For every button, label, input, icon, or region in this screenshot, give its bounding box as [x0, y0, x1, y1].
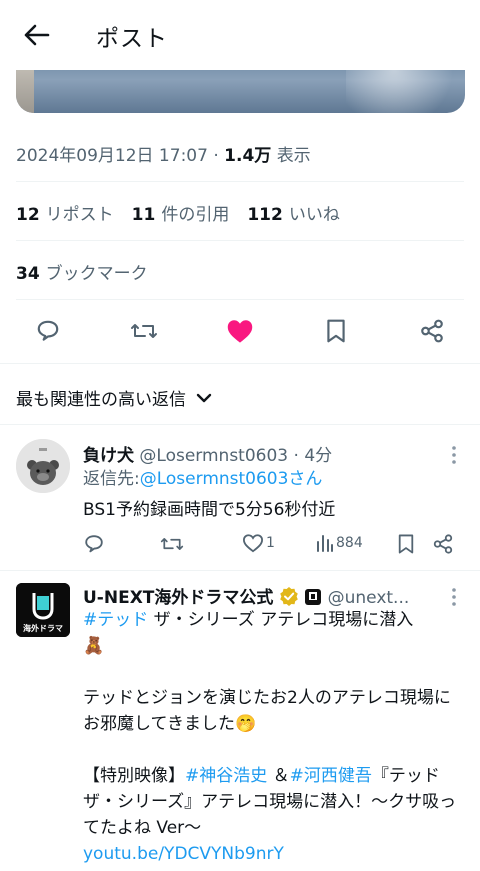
divider — [16, 240, 464, 241]
top-bar: ポスト — [0, 0, 480, 70]
divider — [0, 363, 480, 364]
reply-reply-icon[interactable] — [83, 533, 105, 555]
avatar-label: 海外ドラマ — [23, 624, 63, 633]
reply-share-icon[interactable] — [432, 533, 454, 555]
page-title: ポスト — [96, 26, 168, 52]
reply-body: #テッド ザ・シリーズ アテレコ現場に潜入 🧸 テッドとジョンを演じたお2人のア… — [83, 607, 463, 867]
external-link[interactable]: youtu.be/YDCVYNb9nrY — [83, 841, 463, 867]
sort-label: 最も関連性の高い返信 — [16, 390, 186, 410]
reply-paragraph-2: テッドとジョンを演じたお2人のアテレコ現場にお邪魔してきました🤭 — [83, 688, 451, 734]
hashtag-link[interactable]: #河西健吾 — [290, 766, 372, 786]
views-chart-icon — [317, 535, 333, 552]
reply-repost-icon[interactable] — [160, 533, 184, 555]
reply-text: BS1予約録画時間で5分56秒付近 — [83, 500, 336, 520]
engagement-stats: 12 リポスト 11 件の引用 112 いいね — [16, 200, 358, 225]
likes-count: 112 — [247, 205, 283, 225]
reposts-stat[interactable]: 12 リポスト — [16, 200, 114, 225]
reply-like-count: 1 — [266, 535, 275, 551]
reply-item[interactable]: 負け犬 @Losermnst0603 · 4分 返信先:@Losermnst06… — [0, 425, 480, 570]
quotes-label: 件の引用 — [161, 205, 230, 225]
reply-like-button[interactable]: 1 — [242, 533, 275, 553]
heart-outline-icon — [242, 534, 264, 553]
chevron-down-icon — [196, 392, 212, 404]
bookmark-icon[interactable] — [321, 316, 351, 346]
reply-view-count: 884 — [336, 535, 363, 551]
line-text: 【特別映像】 — [83, 766, 185, 786]
reply-to-line: 返信先:@Losermnst0603さん — [83, 466, 322, 492]
reply-author-name[interactable]: U-NEXT海外ドラマ公式 — [83, 588, 273, 608]
reply-icon[interactable] — [33, 316, 63, 346]
share-icon[interactable] — [417, 316, 447, 346]
likes-stat[interactable]: 112 いいね — [247, 200, 340, 225]
reply-author-handle[interactable]: @Losermnst0603 — [139, 446, 288, 466]
like-heart-icon[interactable] — [225, 316, 255, 346]
reply-time: · 4分 — [293, 446, 333, 466]
post-action-bar — [0, 308, 480, 356]
repost-icon[interactable] — [129, 316, 159, 346]
reply-author-name[interactable]: 負け犬 — [83, 446, 134, 466]
quotes-stat[interactable]: 11 件の引用 — [132, 200, 230, 225]
line-text: ザ・シリーズ アテレコ現場に潜入 — [148, 610, 414, 630]
more-options-icon[interactable] — [448, 445, 460, 465]
likes-label: いいね — [288, 205, 340, 225]
line-text: ＆ — [267, 766, 290, 786]
reply-header: 負け犬 @Losermnst0603 · 4分 — [83, 441, 332, 466]
reply-action-bar: 1 884 — [83, 533, 463, 559]
meta-separator: · — [213, 146, 219, 166]
divider — [16, 299, 464, 300]
reply-line-1: #テッド ザ・シリーズ アテレコ現場に潜入 — [83, 607, 463, 633]
avatar[interactable] — [16, 439, 70, 493]
post-meta: 2024年09月12日 17:07 · 1.4万 表示 — [16, 141, 311, 166]
reply-sort-dropdown[interactable]: 最も関連性の高い返信 — [16, 385, 212, 410]
reply-paragraph-3: 【特別映像】#神谷浩史 ＆#河西健吾『テッド ザ・シリーズ』アテレコ現場に潜入！… — [83, 763, 463, 841]
post-timestamp[interactable]: 2024年09月12日 17:07 — [16, 146, 208, 166]
hashtag-link[interactable]: #テッド — [83, 610, 148, 630]
reply-item[interactable]: 海外ドラマ U-NEXT海外ドラマ公式 @unext... #テッド ザ・シリー… — [0, 571, 480, 871]
avatar[interactable]: 海外ドラマ — [16, 583, 70, 637]
reposts-count: 12 — [16, 205, 40, 225]
bookmarks-count: 34 — [16, 264, 40, 284]
teddy-bear-emoji: 🧸 — [83, 636, 105, 656]
more-options-icon[interactable] — [448, 587, 460, 607]
quotes-count: 11 — [131, 205, 156, 225]
bookmarks-stat[interactable]: 34 ブックマーク — [16, 259, 148, 284]
hashtag-link[interactable]: #神谷浩史 — [185, 766, 267, 786]
reply-views-button[interactable]: 884 — [316, 533, 363, 553]
reposts-label: リポスト — [45, 205, 114, 225]
reply-to-handle[interactable]: @Losermnst0603さん — [140, 469, 323, 489]
views-label: 表示 — [276, 146, 311, 166]
views-count: 1.4万 — [224, 146, 272, 166]
reply-to-prefix: 返信先: — [83, 469, 140, 489]
reply-author-handle[interactable]: @unext... — [328, 588, 410, 608]
divider — [16, 181, 464, 182]
back-arrow-icon[interactable] — [22, 20, 52, 50]
bookmarks-label: ブックマーク — [45, 264, 148, 284]
reply-bookmark-icon[interactable] — [397, 533, 415, 555]
